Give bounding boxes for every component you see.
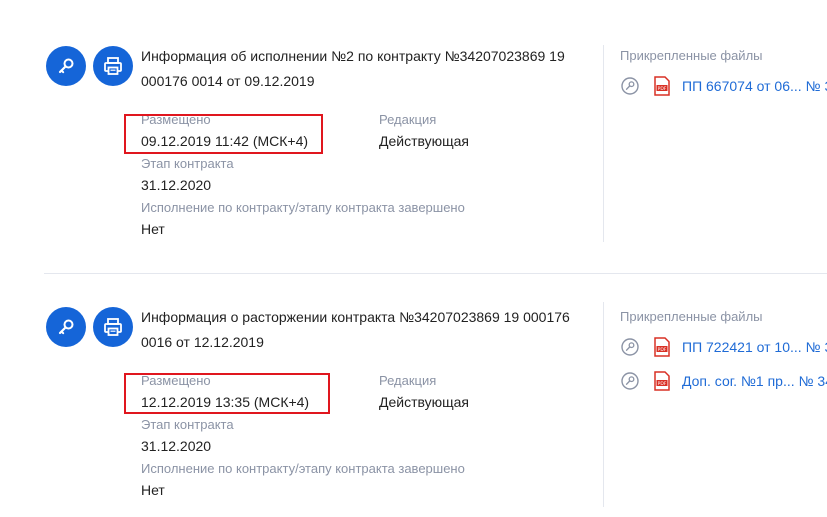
pdf-file-icon: PDF	[654, 337, 670, 357]
highlight-box	[124, 114, 323, 154]
card-title: Информация об исполнении №2 по контракту…	[141, 48, 565, 89]
attached-file[interactable]: PDF ПП 722421 от 10... № 3	[621, 337, 827, 357]
pdf-file-icon: PDF	[654, 371, 670, 391]
signature-key-icon[interactable]	[621, 77, 639, 95]
view-signature-button[interactable]	[46, 307, 86, 347]
key-icon	[58, 319, 74, 335]
stage-label: Этап контракта	[141, 156, 234, 171]
stage-value: 31.12.2020	[141, 438, 212, 454]
printer-icon	[104, 57, 122, 75]
file-link[interactable]: ПП 722421 от 10... № 3	[682, 338, 827, 356]
card-divider	[44, 273, 827, 274]
completed-value: Нет	[141, 482, 165, 498]
column-divider	[603, 302, 604, 507]
completed-label: Исполнение по контракту/этапу контракта …	[141, 461, 465, 476]
signature-key-icon[interactable]	[621, 338, 639, 356]
pdf-file-icon: PDF	[654, 76, 670, 96]
attached-file[interactable]: PDF ПП 667074 от 06... № 3	[621, 76, 827, 96]
svg-text:PDF: PDF	[658, 347, 667, 353]
edition-value: Действующая	[379, 394, 470, 410]
edition-label: Редакция	[379, 373, 437, 388]
highlight-box	[124, 373, 330, 414]
contract-info-card: Информация об исполнении №2 по контракту…	[0, 0, 827, 270]
view-signature-button[interactable]	[46, 46, 86, 86]
column-divider	[603, 45, 604, 242]
svg-text:PDF: PDF	[658, 86, 667, 92]
file-link[interactable]: ПП 667074 от 06... № 3	[682, 77, 827, 95]
stage-value: 31.12.2020	[141, 177, 212, 193]
key-icon	[58, 58, 74, 74]
file-link[interactable]: Доп. сог. №1 пр... № 34	[682, 372, 827, 390]
attached-file[interactable]: PDF Доп. сог. №1 пр... № 34	[621, 371, 827, 391]
print-button[interactable]	[93, 307, 133, 347]
edition-label: Редакция	[379, 112, 437, 127]
print-button[interactable]	[93, 46, 133, 86]
stage-label: Этап контракта	[141, 417, 234, 432]
completed-label: Исполнение по контракту/этапу контракта …	[141, 200, 465, 215]
contract-info-card: Информация о расторжении контракта №3420…	[0, 275, 827, 517]
edition-value: Действующая	[379, 133, 470, 149]
signature-key-icon[interactable]	[621, 372, 639, 390]
attached-files-label: Прикрепленные файлы	[620, 48, 763, 63]
completed-value: Нет	[141, 221, 165, 237]
svg-text:PDF: PDF	[658, 381, 667, 387]
printer-icon	[104, 318, 122, 336]
card-title: Информация о расторжении контракта №3420…	[141, 309, 570, 350]
attached-files-label: Прикрепленные файлы	[620, 309, 763, 324]
